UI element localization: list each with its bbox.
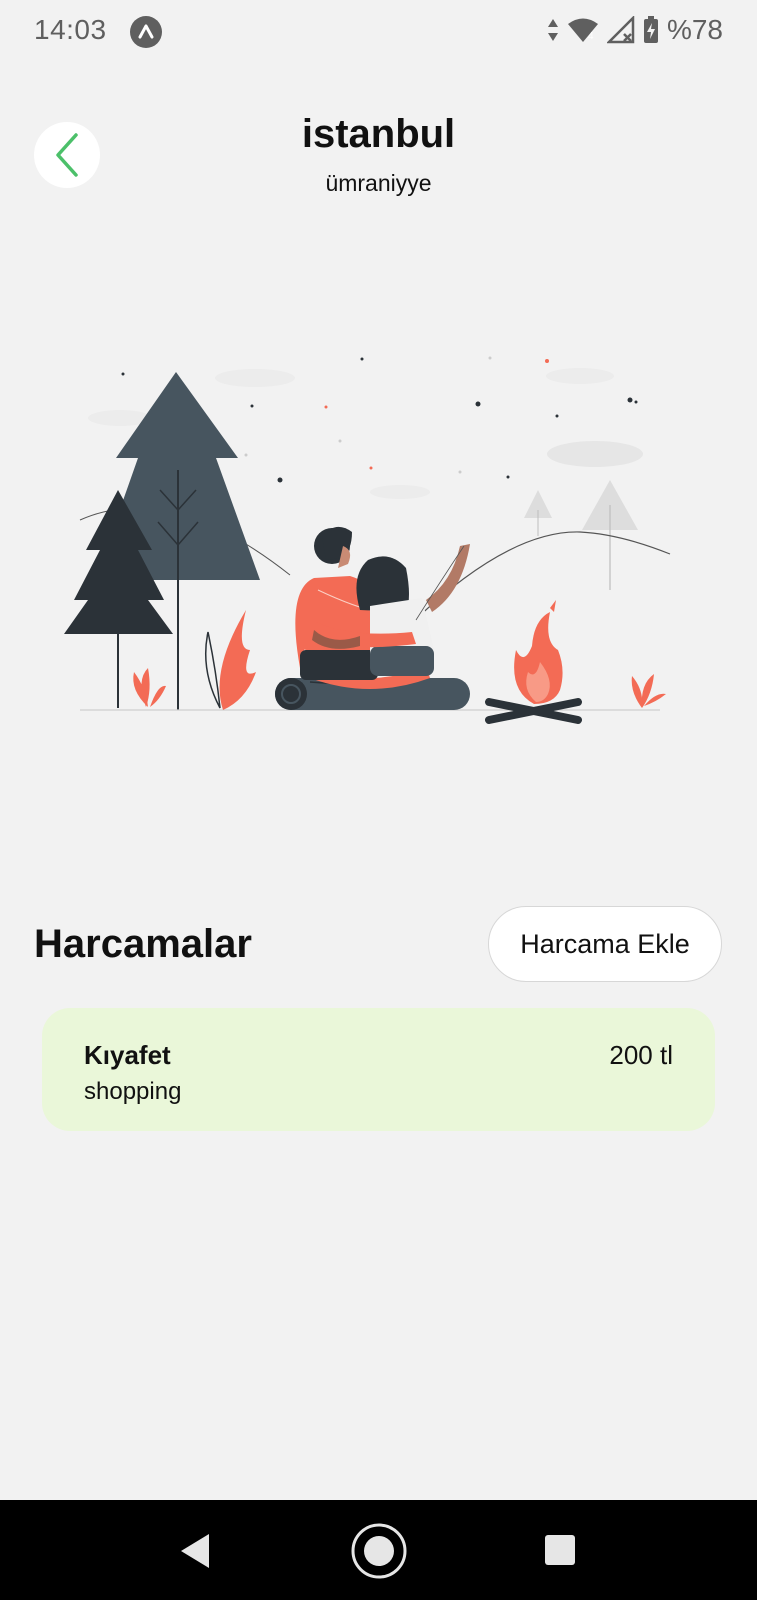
camping-illustration <box>64 356 671 724</box>
page-subtitle: ümraniyye <box>325 170 432 196</box>
app-notification-icon <box>130 16 162 48</box>
expenses-heading: Harcamalar <box>34 922 252 966</box>
expense-category: shopping <box>84 1078 182 1105</box>
wifi-icon: 4 <box>567 18 598 42</box>
expense-title: Kıyafet <box>84 1040 171 1070</box>
recents-square-icon[interactable] <box>544 1534 576 1566</box>
battery-charging-icon <box>643 16 658 43</box>
status-bar: 14:03 4 %78 <box>0 0 757 66</box>
add-expense-button[interactable]: Harcama Ekle <box>488 906 722 982</box>
status-time: 14:03 <box>34 14 107 45</box>
svg-text:4: 4 <box>588 31 594 42</box>
back-triangle-icon[interactable] <box>178 1532 212 1570</box>
battery-percentage: %78 <box>666 14 723 45</box>
data-arrows-icon <box>547 19 558 41</box>
status-icons: 4 %78 <box>547 14 723 46</box>
signal-icon <box>606 16 635 44</box>
page-title: istanbul <box>301 112 456 156</box>
system-nav-bar <box>0 1500 757 1600</box>
expense-amount: 200 tl <box>609 1040 673 1070</box>
expense-card[interactable]: Kıyafet shopping 200 tl <box>42 1008 715 1131</box>
home-circle-icon[interactable] <box>350 1522 408 1580</box>
